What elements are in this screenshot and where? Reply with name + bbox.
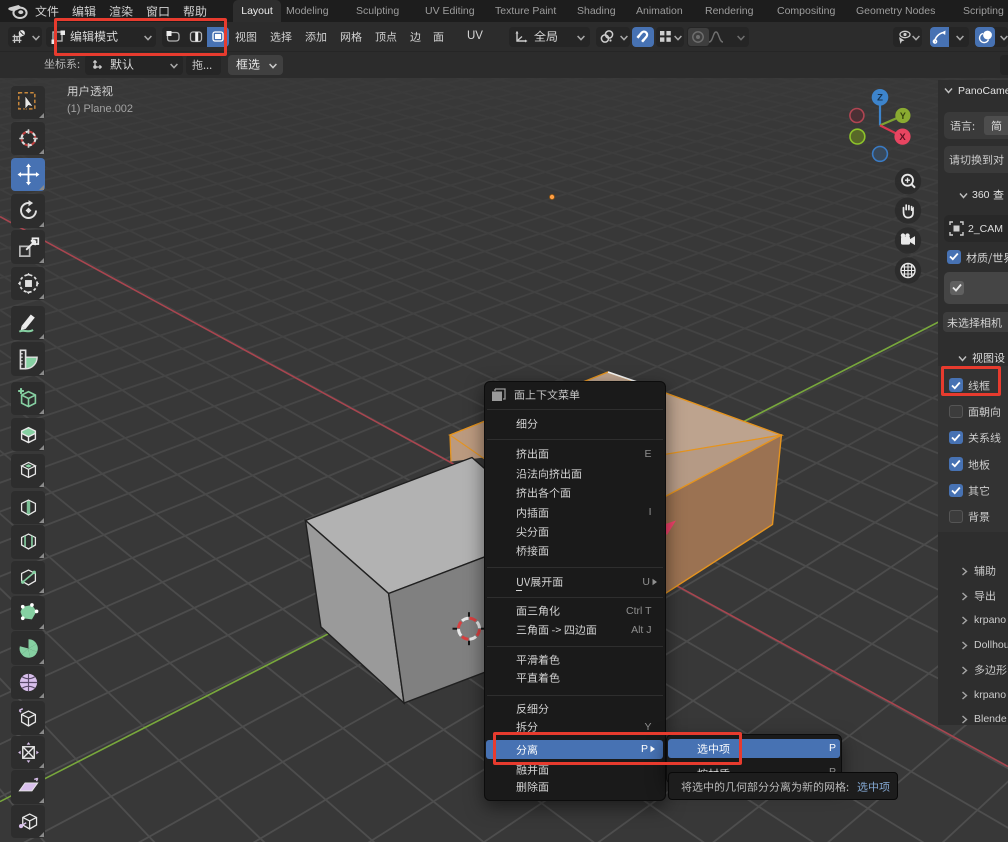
- svg-text:X: X: [899, 132, 906, 143]
- svg-text:Z: Z: [877, 93, 883, 104]
- svg-text:Y: Y: [900, 111, 906, 121]
